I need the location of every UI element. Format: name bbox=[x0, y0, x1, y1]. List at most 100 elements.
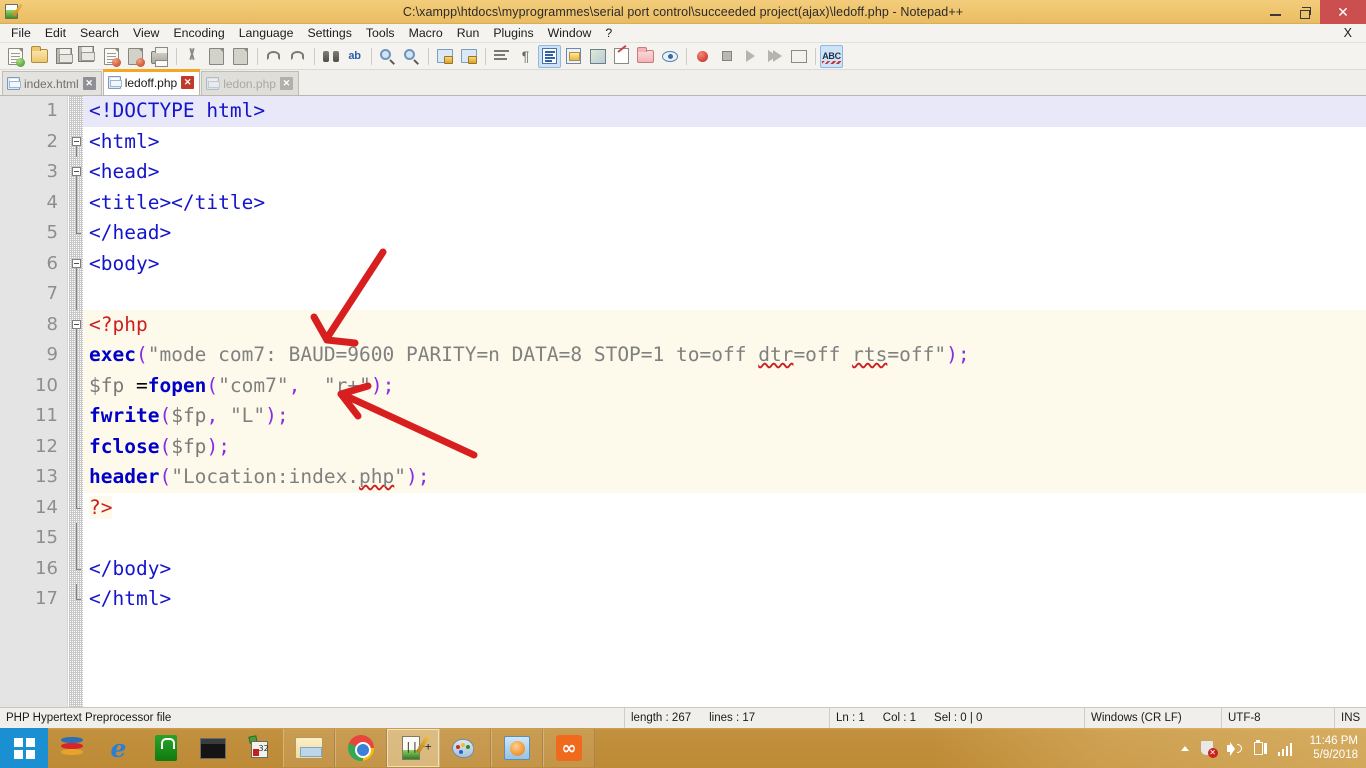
menu-item-view[interactable]: View bbox=[126, 24, 166, 43]
code-line[interactable] bbox=[83, 279, 1366, 310]
menu-item-language[interactable]: Language bbox=[232, 24, 301, 43]
status-lines: lines : 17 bbox=[709, 711, 756, 724]
paint-icon[interactable] bbox=[439, 729, 491, 767]
windows-media-player-icon[interactable] bbox=[491, 729, 543, 767]
code-line[interactable]: <body> bbox=[83, 249, 1366, 280]
tab-ledoff-php[interactable]: ledoff.php ✕ bbox=[102, 69, 201, 95]
code-line[interactable] bbox=[83, 523, 1366, 554]
restore-button[interactable] bbox=[1290, 0, 1320, 24]
code-line[interactable]: fclose($fp); bbox=[83, 431, 1366, 462]
volume-icon[interactable] bbox=[1226, 740, 1243, 757]
show-all-characters-icon[interactable]: ¶ bbox=[514, 45, 537, 68]
sync-vertical-scroll-icon[interactable] bbox=[433, 45, 456, 68]
tab-label: ledon.php bbox=[223, 76, 276, 91]
code-line[interactable]: <?php bbox=[83, 309, 1366, 340]
code-line-text: </head> bbox=[89, 221, 172, 244]
tab-index-html[interactable]: index.html ✕ bbox=[2, 71, 102, 95]
save-icon[interactable] bbox=[52, 45, 75, 68]
code-line[interactable]: <title></title> bbox=[83, 188, 1366, 219]
windows-store-icon[interactable] bbox=[142, 728, 189, 768]
close-button[interactable]: ✕ bbox=[1320, 0, 1366, 24]
zoom-in-icon[interactable] bbox=[376, 45, 399, 68]
tab-close-icon[interactable]: ✕ bbox=[82, 77, 96, 90]
command-prompt-icon[interactable] bbox=[189, 728, 236, 768]
tab-ledon-php[interactable]: ledon.php ✕ bbox=[201, 71, 299, 95]
taskbar-clock[interactable]: 11:46 PM 5/9/2018 bbox=[1310, 734, 1358, 762]
notepad-plus-plus-icon[interactable]: ||++ bbox=[387, 729, 439, 767]
save-macro-icon[interactable] bbox=[787, 45, 810, 68]
indent-guide-icon[interactable] bbox=[538, 44, 561, 68]
menu-item-settings[interactable]: Settings bbox=[300, 24, 358, 43]
minimize-button[interactable] bbox=[1260, 0, 1290, 24]
redo-icon[interactable] bbox=[286, 45, 309, 68]
menu-item-window[interactable]: Window bbox=[541, 24, 599, 43]
new-file-icon[interactable] bbox=[4, 45, 27, 68]
menu-item-help[interactable]: ? bbox=[598, 24, 619, 43]
action-center-error-icon[interactable]: ✕ bbox=[1200, 740, 1218, 758]
close-file-icon[interactable] bbox=[100, 45, 123, 68]
file-explorer-icon[interactable] bbox=[283, 729, 335, 767]
tab-close-icon[interactable]: ✕ bbox=[181, 76, 195, 89]
code-line[interactable]: exec("mode com7: BAUD=9600 PARITY=n DATA… bbox=[83, 340, 1366, 371]
code-line[interactable]: </head> bbox=[83, 218, 1366, 249]
cut-icon[interactable] bbox=[181, 45, 204, 68]
code-line-text: $fp =fopen("com7", "r+"); bbox=[89, 373, 395, 397]
code-line[interactable]: <head> bbox=[83, 157, 1366, 188]
function-list-icon[interactable] bbox=[610, 45, 633, 68]
tab-close-icon[interactable]: ✕ bbox=[279, 77, 293, 90]
xampp-control-panel-icon[interactable]: ∞ bbox=[543, 729, 595, 767]
menu-item-plugins[interactable]: Plugins bbox=[486, 24, 540, 43]
replace-icon[interactable]: ab bbox=[343, 45, 366, 68]
virtualbox-icon[interactable] bbox=[48, 728, 95, 768]
folder-as-workspace-icon[interactable] bbox=[634, 45, 657, 68]
code-content[interactable]: <!DOCTYPE html> <html> <head> <title></titl… bbox=[83, 96, 1366, 707]
code-line[interactable]: </body> bbox=[83, 554, 1366, 585]
code-line[interactable]: </html> bbox=[83, 584, 1366, 615]
windows-start-icon[interactable] bbox=[0, 728, 48, 768]
print-icon[interactable] bbox=[148, 45, 171, 68]
window-title: C:\xampp\htdocs\myprogrammes\serial port… bbox=[402, 4, 964, 19]
code-line[interactable]: <!DOCTYPE html> bbox=[83, 96, 1366, 127]
run-macro-multiple-icon[interactable] bbox=[763, 45, 786, 68]
status-bar: PHP Hypertext Preprocessor file length :… bbox=[0, 707, 1366, 729]
word-wrap-icon[interactable] bbox=[490, 45, 513, 68]
fold-margin[interactable] bbox=[69, 96, 83, 707]
close-all-files-icon[interactable] bbox=[124, 45, 147, 68]
calculator-icon[interactable]: 32 bbox=[236, 728, 283, 768]
menu-item-tools[interactable]: Tools bbox=[359, 24, 402, 43]
code-line-text: <body> bbox=[89, 251, 160, 275]
user-defined-dialog-icon[interactable] bbox=[562, 45, 585, 68]
close-document-button[interactable]: X bbox=[1344, 26, 1352, 40]
show-hidden-icons-icon[interactable] bbox=[1180, 740, 1191, 757]
document-map-icon[interactable] bbox=[586, 45, 609, 68]
menu-item-run[interactable]: Run bbox=[450, 24, 487, 43]
code-line[interactable]: <html> bbox=[83, 127, 1366, 158]
battery-icon[interactable] bbox=[1252, 739, 1269, 757]
google-chrome-icon[interactable] bbox=[335, 729, 387, 767]
menu-item-file[interactable]: File bbox=[4, 24, 38, 43]
record-macro-icon[interactable] bbox=[691, 45, 714, 68]
menu-item-macro[interactable]: Macro bbox=[402, 24, 450, 43]
stop-recording-icon[interactable] bbox=[715, 45, 738, 68]
menu-item-encoding[interactable]: Encoding bbox=[166, 24, 231, 43]
network-signal-icon[interactable] bbox=[1277, 740, 1295, 757]
code-editor[interactable]: <!DOCTYPE html> <html> <head> <title></titl… bbox=[0, 96, 1366, 707]
spell-check-icon[interactable]: ABC bbox=[820, 44, 843, 68]
zoom-out-icon[interactable] bbox=[400, 45, 423, 68]
paste-icon[interactable] bbox=[229, 45, 252, 68]
open-file-icon[interactable] bbox=[28, 45, 51, 68]
copy-icon[interactable] bbox=[205, 45, 228, 68]
sync-horizontal-scroll-icon[interactable] bbox=[457, 45, 480, 68]
code-line[interactable]: header("Location:index.php"); bbox=[83, 462, 1366, 493]
internet-explorer-icon[interactable]: e bbox=[95, 728, 142, 768]
code-line[interactable]: fwrite($fp, "L"); bbox=[83, 401, 1366, 432]
code-line[interactable]: $fp =fopen("com7", "r+"); bbox=[83, 370, 1366, 401]
play-macro-icon[interactable] bbox=[739, 45, 762, 68]
save-all-icon[interactable] bbox=[76, 45, 99, 68]
menu-item-search[interactable]: Search bbox=[73, 24, 126, 43]
find-icon[interactable] bbox=[319, 45, 342, 68]
code-line[interactable]: ?> bbox=[83, 493, 1366, 524]
menu-item-edit[interactable]: Edit bbox=[38, 24, 73, 43]
monitoring-icon[interactable] bbox=[658, 45, 681, 68]
undo-icon[interactable] bbox=[262, 45, 285, 68]
